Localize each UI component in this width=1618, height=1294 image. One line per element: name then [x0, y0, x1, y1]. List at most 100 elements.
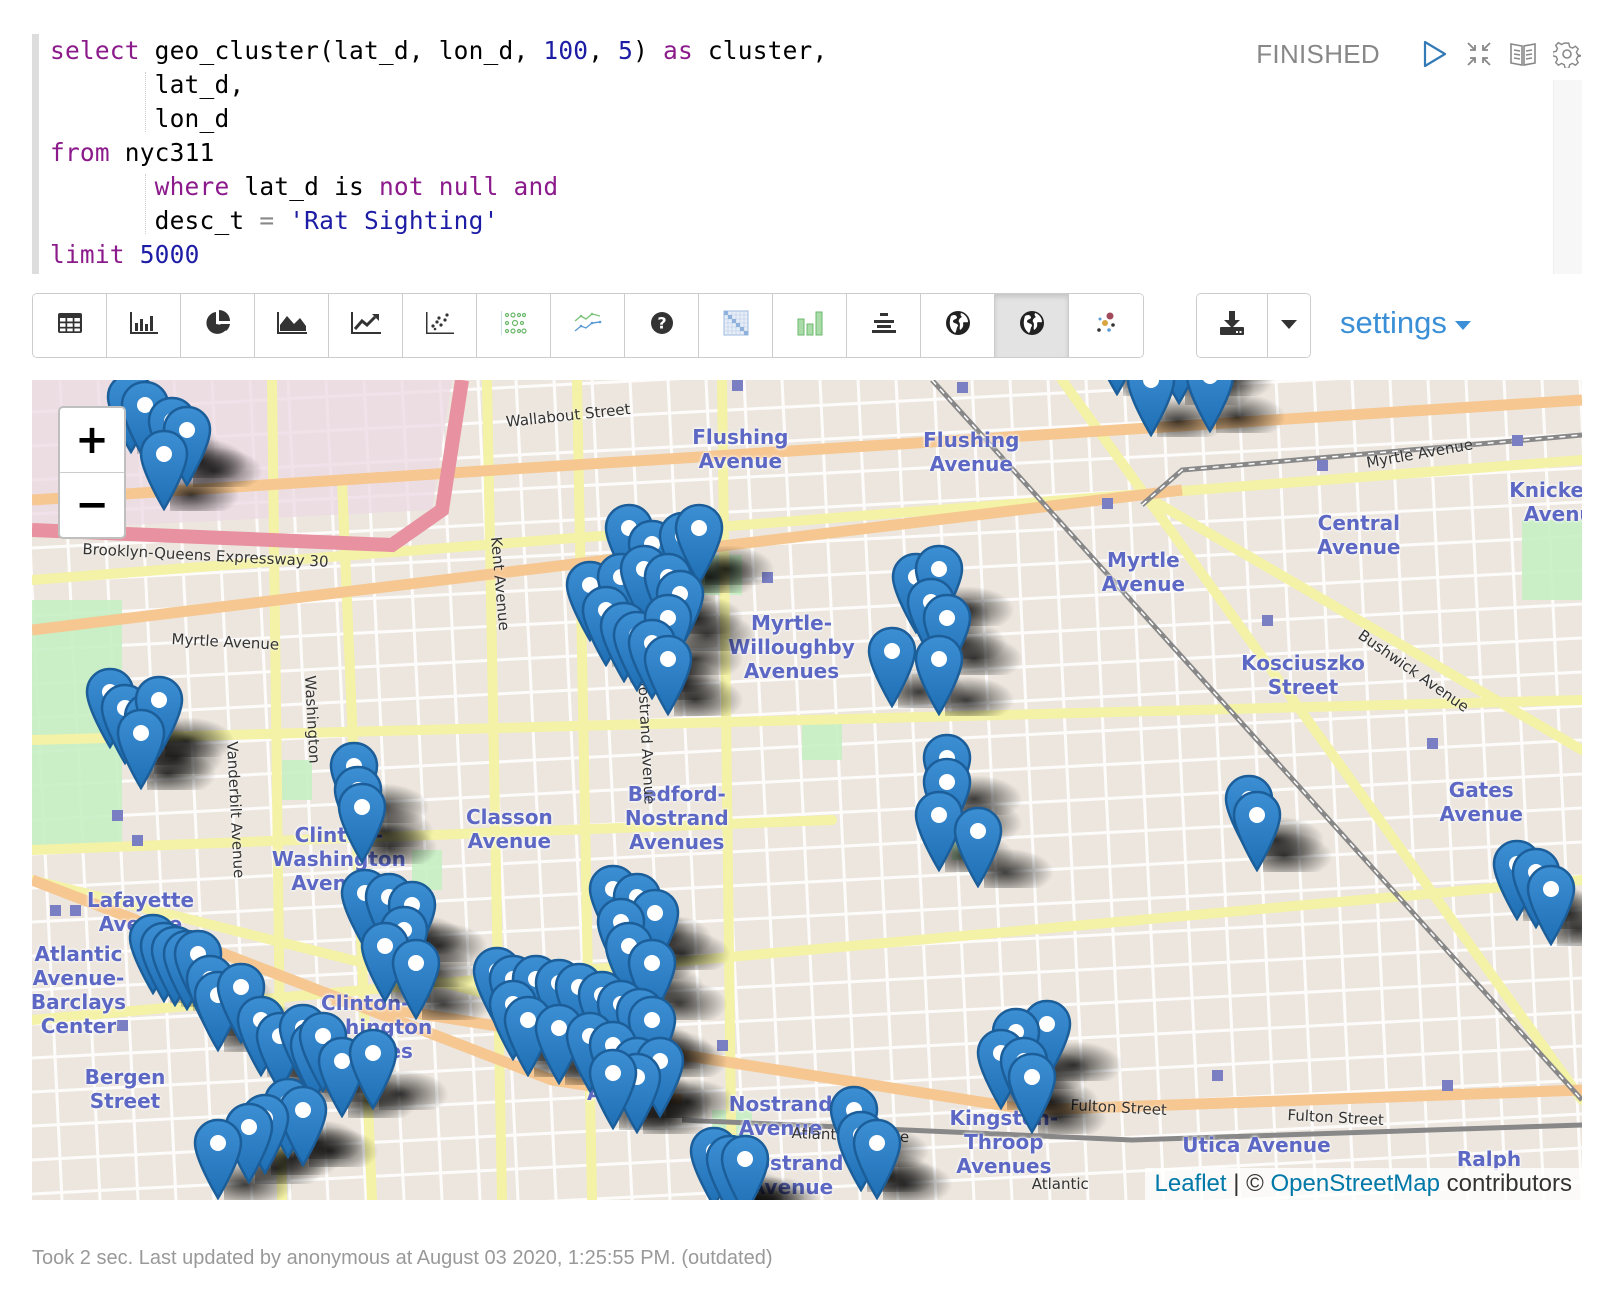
code-token: , [588, 36, 619, 65]
street-label: Atlantic [1031, 1175, 1089, 1194]
visualization-toolbar: ? [32, 293, 1144, 358]
viz-button-help[interactable]: ? [625, 294, 699, 357]
code-token-num: 5000 [139, 240, 200, 269]
openstreetmap-link[interactable]: OpenStreetMap [1271, 1170, 1440, 1197]
station-label: Flushing Avenue [692, 425, 789, 474]
code-token-op: = [259, 206, 275, 235]
station-label: Flushing Avenue [923, 427, 1020, 476]
heatmap-icon [723, 310, 749, 341]
map-marker[interactable] [867, 626, 917, 709]
code-token: lon_d [50, 104, 230, 133]
viz-button-heatmap[interactable] [699, 294, 773, 357]
scatter-chart-icon [425, 311, 455, 340]
collapse-icon[interactable] [1464, 39, 1494, 69]
paragraph-footer: Took 2 sec. Last updated by anonymous at… [32, 1247, 773, 1269]
zoom-out-button[interactable]: − [60, 472, 124, 537]
station-label: Classon Avenue [465, 804, 553, 853]
map-marker[interactable] [1007, 1052, 1057, 1135]
map-marker[interactable] [193, 1118, 243, 1200]
line-chart-icon [350, 311, 382, 340]
editor-gutter [32, 34, 39, 274]
map-marker[interactable] [391, 938, 441, 1021]
map-marker[interactable] [588, 1048, 638, 1131]
map-marker[interactable] [1526, 864, 1576, 947]
viz-button-multi-line-chart[interactable] [551, 294, 625, 357]
map-marker[interactable] [348, 1028, 398, 1111]
caret-down-icon [1454, 320, 1471, 330]
map-marker[interactable] [720, 1134, 770, 1200]
map-marker[interactable] [643, 634, 693, 717]
download-button[interactable] [1197, 294, 1268, 357]
code-token-kw: and [513, 172, 559, 201]
viz-button-scatter-chart[interactable] [403, 294, 477, 357]
bubble-chart-icon [500, 310, 528, 341]
code-token-kw: select [50, 36, 140, 65]
settings-dropdown[interactable]: settings [1340, 305, 1471, 341]
map-marker[interactable] [953, 806, 1003, 889]
settings-label: settings [1340, 305, 1447, 340]
download-button-group [1196, 293, 1311, 358]
viz-button-cluster[interactable] [1069, 294, 1143, 357]
map-marker[interactable] [914, 634, 964, 717]
code-token-kw: as [663, 36, 693, 65]
run-icon[interactable] [1420, 39, 1450, 69]
code-token-num: 100 [543, 36, 589, 65]
code-line: from nyc311 [50, 136, 827, 170]
download-icon [1219, 310, 1245, 341]
map-view[interactable]: Flushing Avenue Flushing Avenue Myrtle Avenue… [32, 380, 1582, 1200]
station-label: Central Avenue [1317, 511, 1401, 560]
bar-chart-icon [129, 311, 159, 340]
station-label: Myrtle- Willoughby Avenues [728, 611, 855, 684]
map-marker[interactable] [139, 429, 189, 512]
attribution-separator: | © [1226, 1170, 1271, 1197]
align-center-icon [870, 311, 898, 340]
map-marker[interactable] [852, 1118, 902, 1200]
code-token: ) [633, 36, 663, 65]
gear-icon[interactable] [1552, 39, 1582, 69]
viz-button-line-chart[interactable] [329, 294, 403, 357]
code-token: desc_t [50, 206, 260, 235]
viz-button-bar-chart[interactable] [107, 294, 181, 357]
sql-code[interactable]: select geo_cluster(lat_d, lon_d, 100, 5)… [50, 34, 827, 272]
code-token-kw: not [378, 172, 424, 201]
map-marker[interactable] [1126, 380, 1176, 438]
book-icon[interactable] [1508, 39, 1538, 69]
paragraph-controls: FINISHED [1256, 36, 1582, 72]
code-token: lat_d, [50, 70, 245, 99]
code-token-kw: null [438, 172, 499, 201]
map-marker[interactable] [1232, 790, 1282, 873]
table-icon [57, 312, 83, 339]
map-marker[interactable] [116, 708, 166, 791]
station-label: Kosciuszko Street [1241, 650, 1365, 699]
viz-button-area-chart[interactable] [255, 294, 329, 357]
code-line: where lat_d is not null and [50, 170, 827, 204]
code-token-num: 5 [618, 36, 634, 65]
station-label: Myrtle Avenue [1101, 548, 1186, 597]
map-marker[interactable] [1185, 380, 1235, 434]
caret-down-icon [1281, 317, 1297, 335]
viz-button-pie-chart[interactable] [181, 294, 255, 357]
zoom-control: + − [58, 406, 126, 539]
station-label: Atlantic Avenue- Barclays Center [32, 941, 127, 1038]
map-marker[interactable] [337, 782, 387, 865]
viz-button-funnel[interactable] [847, 294, 921, 357]
status-label: FINISHED [1256, 38, 1380, 69]
code-line: lon_d [50, 102, 827, 136]
globe-icon [1019, 310, 1045, 341]
station-label: Utica Avenue [1182, 1132, 1331, 1157]
station-label: Gates Avenue [1439, 777, 1523, 826]
zoom-in-button[interactable]: + [60, 408, 124, 472]
viz-button-column-chart[interactable] [773, 294, 847, 357]
leaflet-link[interactable]: Leaflet [1155, 1170, 1227, 1197]
viz-button-globe[interactable] [921, 294, 995, 357]
question-icon: ? [650, 311, 674, 340]
editor-scrollbar[interactable] [1553, 80, 1582, 274]
viz-button-bubble-chart[interactable] [477, 294, 551, 357]
viz-button-globe-map[interactable] [995, 294, 1069, 357]
code-token-str: 'Rat Sighting' [289, 206, 499, 235]
download-dropdown-toggle[interactable] [1268, 294, 1310, 357]
viz-button-table[interactable] [33, 294, 107, 357]
